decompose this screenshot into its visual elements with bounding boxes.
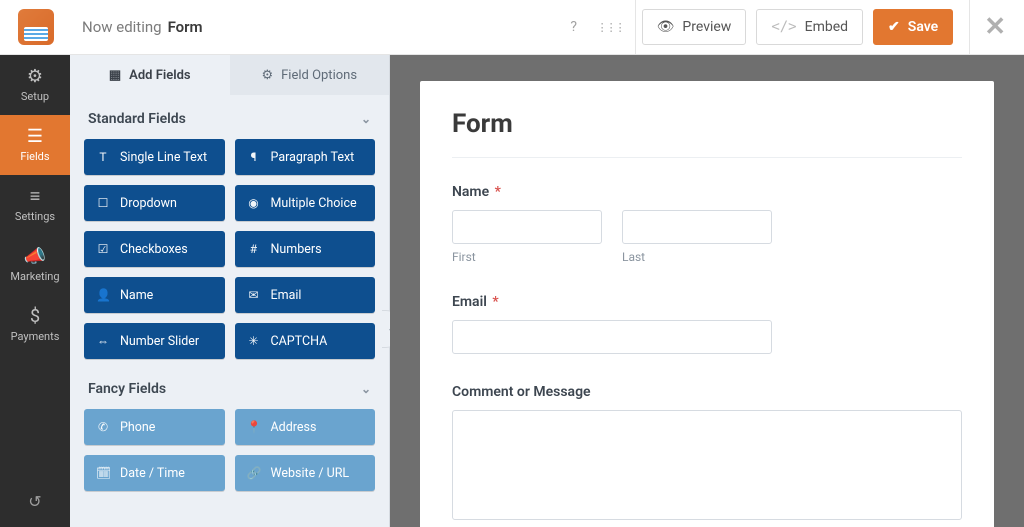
field-phone[interactable]: ✆Phone — [84, 409, 225, 445]
embed-button-label: Embed — [805, 19, 848, 35]
megaphone-icon: 📣 — [24, 248, 46, 266]
email-input[interactable] — [452, 320, 772, 354]
sliders-icon: ≡ — [30, 188, 41, 206]
paragraph-icon: ¶ — [247, 150, 261, 164]
vnav-payments[interactable]: $ Payments — [0, 295, 70, 355]
field-paragraph-text[interactable]: ¶Paragraph Text — [235, 139, 376, 175]
last-name-sublabel: Last — [622, 250, 772, 264]
tab-field-options[interactable]: ⚙ Field Options — [230, 55, 390, 95]
preview-button-label: Preview — [682, 19, 731, 35]
checkbox-icon: ☑ — [96, 242, 110, 256]
field-single-line-text[interactable]: TSingle Line Text — [84, 139, 225, 175]
vnav-fields-label: Fields — [20, 150, 49, 163]
save-button[interactable]: ✔ Save — [873, 9, 953, 45]
field-checkboxes[interactable]: ☑Checkboxes — [84, 231, 225, 267]
check-icon: ✔ — [888, 19, 900, 35]
field-website-url[interactable]: 🔗Website / URL — [235, 455, 376, 491]
topbar-divider — [635, 0, 636, 55]
dollar-icon: $ — [30, 308, 40, 326]
form-field-comment[interactable]: Comment or Message — [452, 384, 962, 524]
field-multiple-choice[interactable]: ◉Multiple Choice — [235, 185, 376, 221]
hash-icon: # — [247, 242, 261, 256]
gear-icon: ⚙ — [27, 68, 43, 86]
text-icon: T — [96, 150, 110, 164]
first-name-input[interactable] — [452, 210, 602, 244]
link-icon: 🔗 — [247, 466, 261, 480]
form-name-label: Form — [168, 18, 203, 36]
tab-add-fields-label: Add Fields — [129, 68, 190, 83]
required-mark: * — [492, 294, 498, 310]
last-name-input[interactable] — [622, 210, 772, 244]
group-standard-fields-title: Standard Fields — [88, 111, 186, 127]
fields-panel: ▦ Add Fields ⚙ Field Options Standard Fi… — [70, 55, 390, 527]
form-preview: Form Name * First Last Email — [420, 81, 994, 527]
app-logo — [18, 9, 54, 45]
form-field-name[interactable]: Name * First Last — [452, 184, 962, 264]
options-icon: ⚙ — [261, 68, 273, 83]
field-dropdown[interactable]: ☐Dropdown — [84, 185, 225, 221]
vnav-settings-label: Settings — [15, 210, 55, 223]
preview-button[interactable]: 👁 Preview — [642, 9, 747, 45]
tab-add-fields[interactable]: ▦ Add Fields — [70, 55, 230, 95]
slider-icon: ⇔ — [96, 334, 110, 348]
grid-icon: ▦ — [109, 68, 121, 83]
vnav-marketing[interactable]: 📣 Marketing — [0, 235, 70, 295]
standard-fields-grid: TSingle Line Text ¶Paragraph Text ☐Dropd… — [70, 139, 389, 365]
fields-icon: ☰ — [27, 128, 43, 146]
topbar: Now editing Form ? ⋮⋮⋮ 👁 Preview </> Emb… — [0, 0, 1024, 55]
form-canvas[interactable]: Form Name * First Last Email — [390, 55, 1024, 527]
comment-textarea[interactable] — [452, 410, 962, 520]
field-address[interactable]: 📍Address — [235, 409, 376, 445]
form-title: Form — [452, 109, 962, 139]
now-editing-label: Now editing — [82, 18, 162, 36]
fancy-fields-grid: ✆Phone 📍Address 🗓Date / Time 🔗Website / … — [70, 409, 389, 497]
calendar-icon: 🗓 — [96, 466, 110, 480]
group-standard-fields[interactable]: Standard Fields ⌄ — [70, 95, 389, 139]
field-date-time[interactable]: 🗓Date / Time — [84, 455, 225, 491]
vnav-fields[interactable]: ☰ Fields — [0, 115, 70, 175]
fields-panel-scroll[interactable]: Standard Fields ⌄ TSingle Line Text ¶Par… — [70, 95, 389, 527]
dropdown-icon: ☐ — [96, 196, 110, 210]
eye-icon: 👁 — [657, 19, 675, 35]
vnav-settings[interactable]: ≡ Settings — [0, 175, 70, 235]
person-icon: 👤 — [96, 288, 110, 302]
chevron-down-icon: ⌄ — [361, 382, 371, 396]
group-fancy-fields-title: Fancy Fields — [88, 381, 166, 397]
close-button[interactable]: ✕ — [984, 12, 1006, 42]
save-button-label: Save — [908, 19, 938, 35]
comment-field-label: Comment or Message — [452, 384, 962, 400]
pin-icon: 📍 — [247, 420, 261, 434]
revisions-button[interactable]: ↺ — [0, 475, 70, 527]
form-field-email[interactable]: Email * — [452, 294, 962, 354]
vnav-setup[interactable]: ⚙ Setup — [0, 55, 70, 115]
history-icon: ↺ — [28, 492, 41, 511]
embed-button[interactable]: </> Embed — [756, 9, 863, 45]
captcha-icon: ✳ — [247, 334, 261, 348]
vnav-payments-label: Payments — [11, 330, 60, 343]
topbar-divider-right — [969, 0, 970, 55]
name-field-label: Name * — [452, 184, 962, 200]
vnav-marketing-label: Marketing — [10, 270, 59, 283]
phone-icon: ✆ — [96, 420, 110, 434]
help-icon[interactable]: ? — [561, 19, 587, 35]
vnav-setup-label: Setup — [21, 90, 49, 103]
tab-field-options-label: Field Options — [281, 68, 357, 83]
field-number-slider[interactable]: ⇔Number Slider — [84, 323, 225, 359]
required-mark: * — [495, 184, 501, 200]
email-field-label: Email * — [452, 294, 962, 310]
code-icon: </> — [771, 19, 796, 35]
vertical-nav: ⚙ Setup ☰ Fields ≡ Settings 📣 Marketing … — [0, 55, 70, 527]
envelope-icon: ✉ — [247, 288, 261, 302]
first-name-sublabel: First — [452, 250, 602, 264]
radio-icon: ◉ — [247, 196, 261, 210]
field-email[interactable]: ✉Email — [235, 277, 376, 313]
group-fancy-fields[interactable]: Fancy Fields ⌄ — [70, 365, 389, 409]
field-name[interactable]: 👤Name — [84, 277, 225, 313]
apps-icon[interactable]: ⋮⋮⋮ — [597, 21, 623, 34]
field-numbers[interactable]: #Numbers — [235, 231, 376, 267]
chevron-down-icon: ⌄ — [361, 112, 371, 126]
panel-tabs: ▦ Add Fields ⚙ Field Options — [70, 55, 389, 95]
field-captcha[interactable]: ✳CAPTCHA — [235, 323, 376, 359]
divider-line — [452, 157, 962, 158]
